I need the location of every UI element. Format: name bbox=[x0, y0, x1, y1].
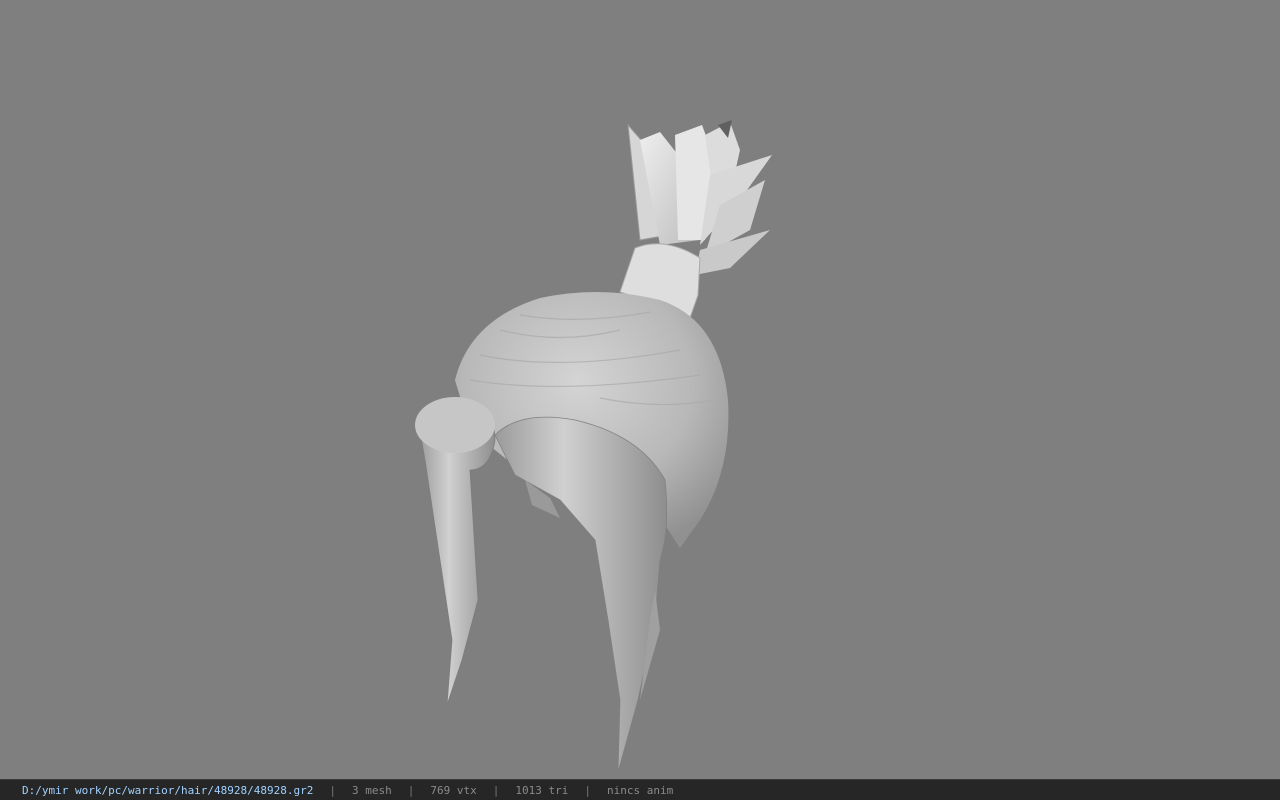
3d-viewport[interactable] bbox=[0, 0, 1280, 779]
separator: | bbox=[407, 783, 415, 797]
animation-status: nincs anim bbox=[607, 783, 674, 797]
vertex-count: 769 vtx bbox=[430, 783, 477, 797]
separator: | bbox=[329, 783, 337, 797]
hair-mesh-model bbox=[415, 120, 772, 773]
separator: | bbox=[492, 783, 500, 797]
file-path: D:/ymir work/pc/warrior/hair/48928/48928… bbox=[22, 783, 314, 797]
triangle-count: 1013 tri bbox=[515, 783, 569, 797]
mesh-count: 3 mesh bbox=[352, 783, 392, 797]
status-bar: D:/ymir work/pc/warrior/hair/48928/48928… bbox=[0, 779, 1280, 800]
left-roll bbox=[415, 397, 495, 453]
right-hair-lock bbox=[494, 416, 668, 773]
separator: | bbox=[584, 783, 591, 797]
